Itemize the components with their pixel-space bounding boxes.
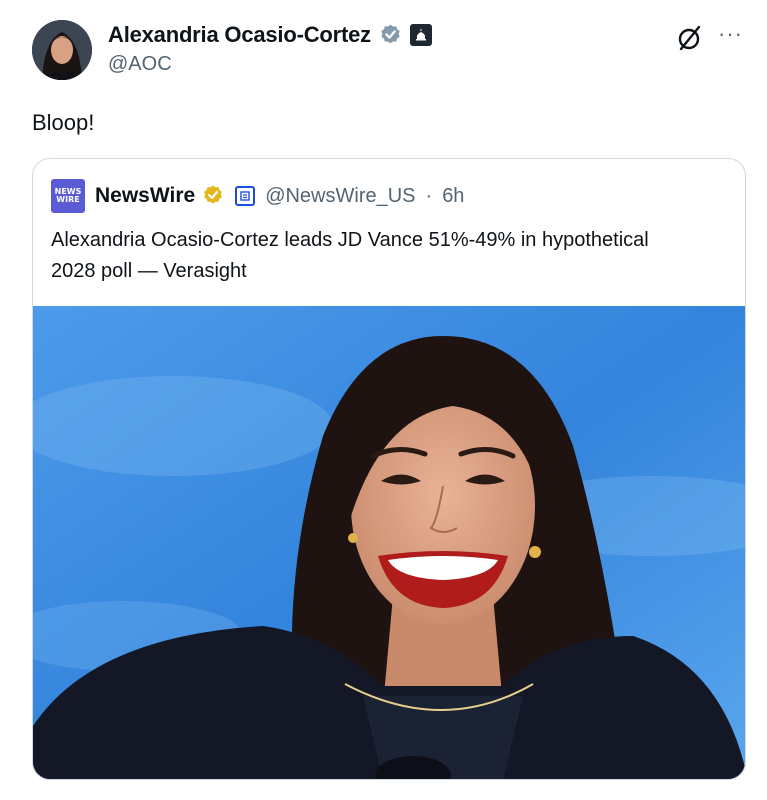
grok-icon[interactable]: [676, 24, 704, 52]
tweet: Alexandria Ocasio-Cortez @AOC ··· Bloop!…: [0, 0, 767, 800]
logo-line2: WIRE: [56, 195, 80, 204]
newswire-logo-icon[interactable]: NEWS WIRE: [51, 179, 85, 213]
author-handle[interactable]: @AOC: [108, 53, 172, 76]
more-icon[interactable]: ···: [718, 22, 743, 46]
quote-timestamp[interactable]: 6h: [442, 185, 464, 208]
quote-handle[interactable]: @NewsWire_US: [265, 185, 415, 208]
author-display-name[interactable]: Alexandria Ocasio-Cortez: [108, 22, 371, 48]
affiliate-badge-icon[interactable]: [235, 186, 256, 206]
quote-display-name[interactable]: NewsWire: [95, 184, 195, 208]
quote-text: Alexandria Ocasio-Cortez leads JD Vance …: [51, 229, 649, 282]
author-name-row: Alexandria Ocasio-Cortez: [108, 20, 432, 50]
profile-photo-icon: [32, 20, 92, 80]
verified-badge-icon[interactable]: [378, 23, 403, 48]
gold-verified-badge-icon[interactable]: [201, 184, 225, 208]
quote-separator: ·: [425, 184, 433, 207]
smiling-woman-photo-icon[interactable]: [33, 306, 746, 780]
author-avatar[interactable]: [32, 20, 92, 80]
quoted-tweet-card[interactable]: NEWS WIRE NewsWire @NewsWire_US · 6h Ale…: [32, 158, 746, 780]
quote-header: NEWS WIRE NewsWire @NewsWire_US · 6h: [51, 179, 464, 213]
capitol-icon[interactable]: [409, 24, 432, 46]
tweet-text: Bloop!: [32, 110, 95, 135]
